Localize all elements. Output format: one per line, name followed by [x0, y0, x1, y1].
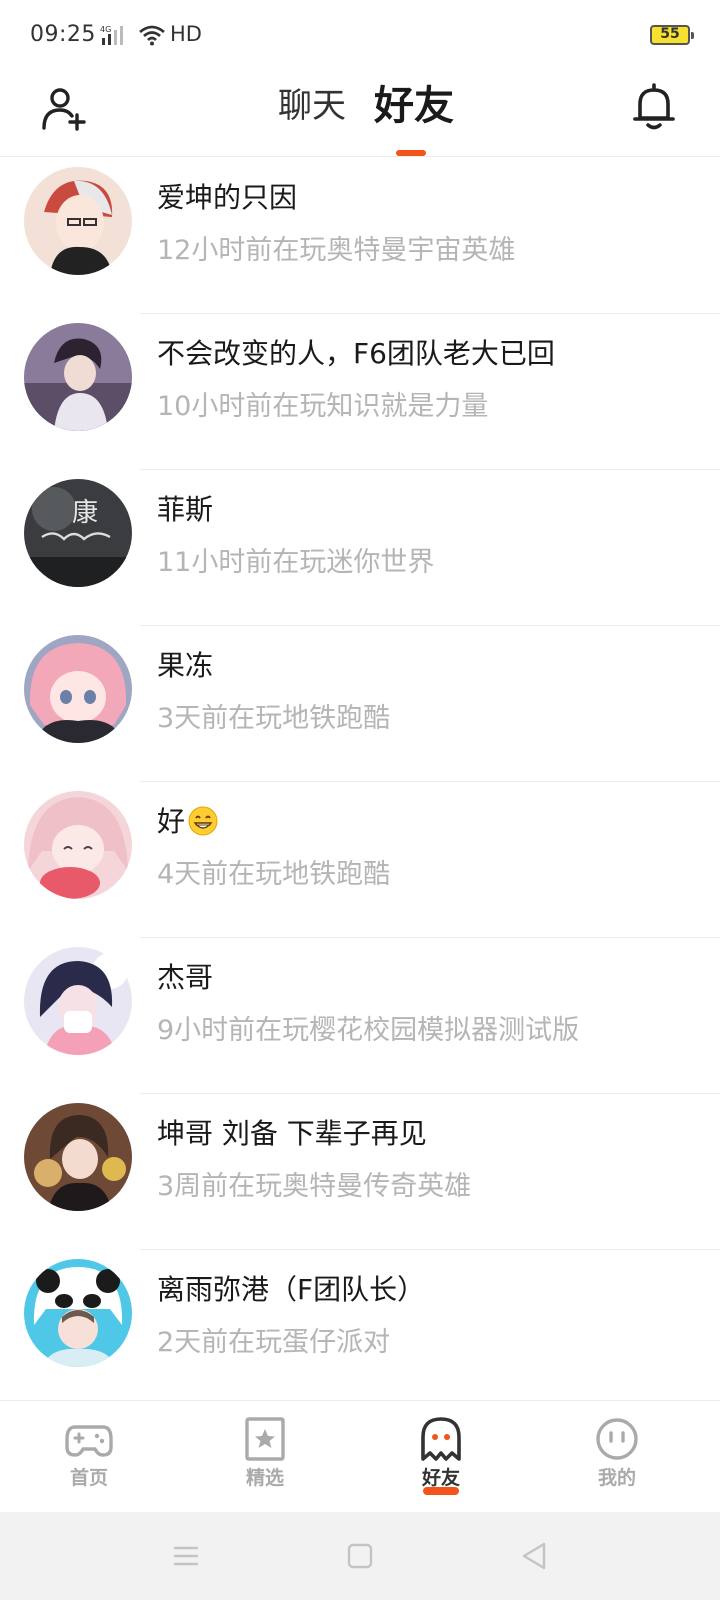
friend-name: 果冻: [157, 649, 214, 682]
top-header: 聊天 好友: [0, 72, 720, 157]
friend-item[interactable]: 果冻 3天前在玩地铁跑酷: [0, 626, 720, 782]
tab-chat[interactable]: 聊天: [278, 82, 346, 130]
bell-icon[interactable]: [630, 82, 678, 132]
tab-friends[interactable]: 好友: [374, 82, 454, 130]
face-icon: [596, 1418, 638, 1460]
avatar[interactable]: [24, 1103, 132, 1211]
friend-item[interactable]: 康 菲斯 11小时前在玩迷你世界: [0, 470, 720, 626]
friend-list: 爱坤的只因 12小时前在玩奥特曼宇宙英雄 不会改变的人，F6团队老大已回 10小…: [0, 158, 720, 1400]
friend-status: 3天前在玩地铁跑酷: [157, 703, 391, 734]
ghost-icon: [421, 1417, 461, 1461]
friend-name: 离雨弥港（F团队长）: [157, 1273, 426, 1306]
home-square-icon[interactable]: [340, 1536, 380, 1576]
grinning-face-emoji-icon: [188, 806, 218, 836]
friend-item[interactable]: 坤哥 刘备 下辈子再见 3周前在玩奥特曼传奇英雄: [0, 1094, 720, 1250]
friend-item[interactable]: 杰哥 9小时前在玩樱花校园模拟器测试版: [0, 938, 720, 1094]
gamepad-icon: [65, 1425, 113, 1457]
system-nav-bar: [0, 1512, 720, 1600]
friend-item[interactable]: 好 4天前在玩地铁跑酷: [0, 782, 720, 938]
avatar[interactable]: [24, 791, 132, 899]
nav-label: 精选: [245, 1467, 284, 1489]
menu-icon[interactable]: [166, 1536, 206, 1576]
friend-status: 9小时前在玩樱花校园模拟器测试版: [157, 1015, 580, 1046]
friend-name: 菲斯: [157, 493, 214, 526]
friend-status: 2天前在玩蛋仔派对: [157, 1327, 391, 1358]
wifi-icon: [139, 25, 165, 46]
nav-active-indicator: [423, 1487, 459, 1495]
nav-item-home[interactable]: 首页: [29, 1401, 149, 1513]
header-tabs: 聊天 好友: [0, 72, 720, 157]
status-bar: 09:25 4G HD 55: [0, 0, 720, 72]
avatar[interactable]: [24, 947, 132, 1055]
nav-item-featured[interactable]: 精选: [205, 1401, 325, 1513]
tab-active-indicator: [396, 150, 426, 156]
friend-status: 11小时前在玩迷你世界: [157, 547, 435, 578]
battery-level: 55: [660, 26, 680, 42]
network-type: 4G: [100, 25, 111, 34]
friend-item[interactable]: 爱坤的只因 12小时前在玩奥特曼宇宙英雄: [0, 158, 720, 314]
nav-label: 首页: [69, 1467, 108, 1489]
nav-label: 好友: [421, 1467, 460, 1489]
friend-status: 12小时前在玩奥特曼宇宙英雄: [157, 235, 516, 266]
bottom-nav: 首页 精选 好友 我的: [0, 1400, 720, 1512]
avatar[interactable]: [24, 323, 132, 431]
avatar[interactable]: [24, 167, 132, 275]
signal-icon: 4G: [100, 25, 123, 45]
hd-indicator: HD: [170, 22, 202, 46]
friend-name: 好: [157, 800, 219, 840]
friend-item[interactable]: 离雨弥港（F团队长） 2天前在玩蛋仔派对: [0, 1250, 720, 1400]
nav-label: 我的: [597, 1467, 636, 1489]
status-time: 09:25: [30, 22, 96, 47]
friend-status: 3周前在玩奥特曼传奇英雄: [157, 1171, 472, 1202]
battery-icon: 55: [650, 25, 694, 45]
friend-name: 不会改变的人，F6团队老大已回: [157, 337, 555, 370]
friend-status: 4天前在玩地铁跑酷: [157, 859, 391, 890]
friend-name: 杰哥: [157, 961, 214, 994]
nav-item-mine[interactable]: 我的: [557, 1401, 677, 1513]
friend-status: 10小时前在玩知识就是力量: [157, 391, 489, 422]
friend-name: 爱坤的只因: [157, 181, 298, 214]
friend-item[interactable]: 不会改变的人，F6团队老大已回 10小时前在玩知识就是力量: [0, 314, 720, 470]
avatar[interactable]: [24, 635, 132, 743]
friend-name-text: 好: [157, 805, 186, 838]
star-bookmark-icon: [245, 1417, 285, 1461]
friend-name: 坤哥 刘备 下辈子再见: [157, 1117, 427, 1150]
svg-text:康: 康: [72, 498, 98, 528]
nav-item-friends[interactable]: 好友: [381, 1401, 501, 1513]
back-triangle-icon[interactable]: [514, 1536, 554, 1576]
avatar[interactable]: 康: [24, 479, 132, 587]
avatar[interactable]: [24, 1259, 132, 1367]
